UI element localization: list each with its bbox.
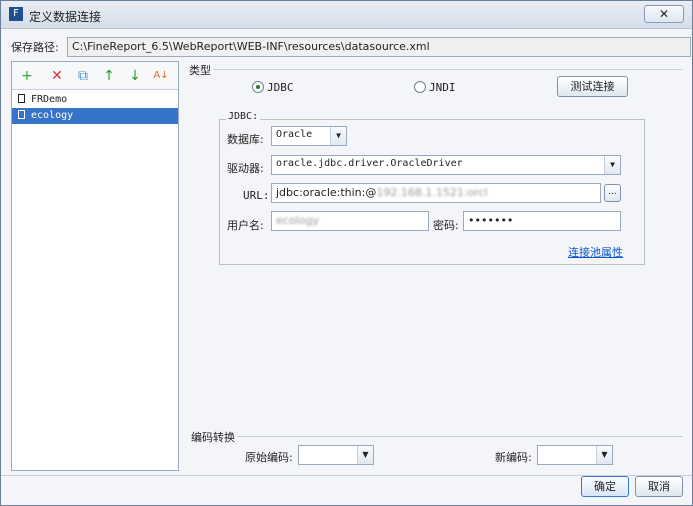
cancel-button[interactable]: 取消 [635,476,683,497]
connection-list-panel: + ✕ ⧉ ↑ ↓ A↓ FRDemo ecology [11,61,179,471]
url-value: jdbc:oracle:thin:@ [276,186,377,199]
url-input[interactable]: jdbc:oracle:thin:@192.168.1.1521:orcl [271,183,601,203]
connection-name: ecology [31,110,74,121]
copy-icon[interactable]: ⧉ [74,68,92,84]
driver-select[interactable]: oracle.jdbc.driver.OracleDriver ▼ [271,155,621,175]
original-encoding-select[interactable]: ▼ [298,445,374,465]
delete-icon[interactable]: ✕ [48,68,66,84]
encoding-divider [237,436,683,437]
chevron-down-icon: ▼ [596,446,612,464]
sort-icon[interactable]: A↓ [152,68,170,84]
driver-label: 驱动器: [227,162,264,175]
database-icon [18,94,25,103]
chevron-down-icon: ▼ [604,156,620,174]
database-label: 数据库: [227,133,264,146]
url-redacted: 192.168.1.1521:orcl [376,186,488,199]
password-label: 密码: [433,219,459,232]
list-item[interactable]: ecology [12,108,178,124]
new-encoding-select[interactable]: ▼ [537,445,613,465]
jndi-label: JNDI [429,81,456,94]
list-item[interactable]: FRDemo [12,92,178,108]
connection-name: FRDemo [31,94,68,105]
test-connection-button[interactable]: 测试连接 [557,76,628,97]
url-label: URL: [243,189,270,202]
add-icon[interactable]: + [18,68,36,84]
database-select[interactable]: Oracle ▼ [271,126,347,146]
database-value: Oracle [276,129,313,140]
ok-button[interactable]: 确定 [581,476,629,497]
database-icon [18,110,25,119]
url-browse-button[interactable]: ... [604,184,621,202]
user-label: 用户名: [227,219,264,232]
move-up-icon[interactable]: ↑ [100,68,118,84]
connection-toolbar: + ✕ ⧉ ↑ ↓ A↓ [12,62,178,90]
app-icon: F [9,7,23,21]
jdbc-label: JDBC [267,81,294,94]
window-title: 定义数据连接 [29,10,102,24]
connection-list: FRDemo ecology [12,90,178,126]
password-input[interactable]: ••••••• [463,211,621,231]
define-data-connection-window: F 定义数据连接 ✕ 保存路径: C:\FineReport_6.5\WebRe… [0,0,693,506]
jndi-radio[interactable] [414,81,426,93]
driver-value: oracle.jdbc.driver.OracleDriver [276,158,463,169]
username-input[interactable]: ecology [271,211,429,231]
save-path-label: 保存路径: [11,41,59,54]
chevron-down-icon: ▼ [330,127,346,145]
connection-settings-panel: 类型 JDBC JNDI 测试连接 JDBC: 数据库: Oracle ▼ 驱动… [185,61,683,471]
username-value: ecology [276,214,319,227]
close-button[interactable]: ✕ [644,5,684,23]
type-section-title: 类型 [189,64,211,77]
save-path-field: C:\FineReport_6.5\WebReport\WEB-INF\reso… [67,37,691,57]
chevron-down-icon: ▼ [357,446,373,464]
new-encoding-label: 新编码: [495,451,532,464]
jdbc-radio[interactable] [252,81,264,93]
original-encoding-label: 原始编码: [245,451,293,464]
encoding-section-title: 编码转换 [191,431,235,444]
jdbc-group-label: JDBC: [226,111,261,122]
title-bar: F 定义数据连接 ✕ [1,1,692,29]
type-divider [213,69,683,70]
move-down-icon[interactable]: ↓ [126,68,144,84]
connection-pool-link[interactable]: 连接池属性 [568,244,623,260]
